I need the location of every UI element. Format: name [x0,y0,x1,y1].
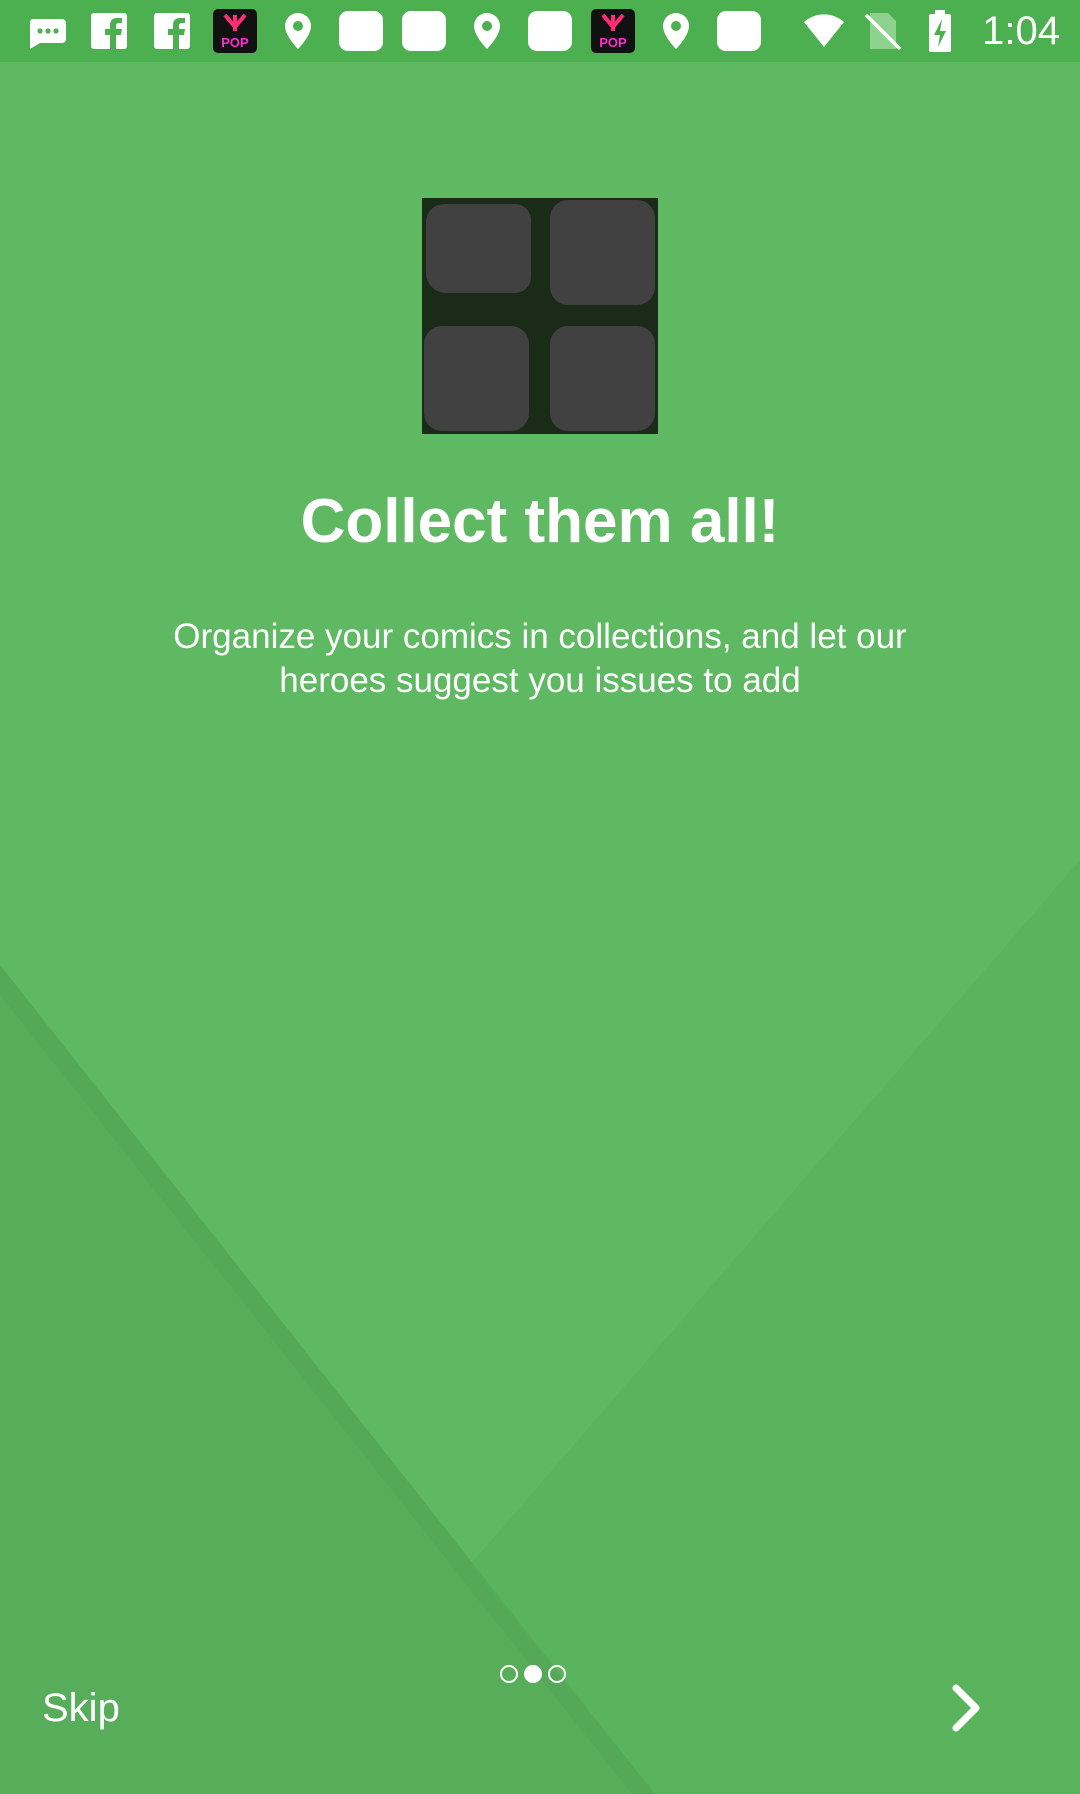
grid-tile [550,326,655,431]
location-pin-icon [276,9,320,53]
page-dot[interactable] [548,1665,566,1683]
page-dot-active[interactable] [524,1665,542,1683]
page-dot[interactable] [500,1665,518,1683]
kpop-app-icon: POP [213,9,257,53]
skip-button[interactable]: Skip [42,1686,120,1731]
messages-icon [24,9,68,53]
system-icons: 1:04 [802,9,1060,53]
grid-tile [424,326,529,431]
facebook-icon [150,9,194,53]
svg-text:POP: POP [221,35,249,50]
grid-tile [550,200,655,305]
location-pin-icon [465,9,509,53]
collections-grid-image [422,198,658,434]
location-pin-icon [654,9,698,53]
page-title: Collect them all! [300,487,780,556]
chevron-right-icon [952,1684,980,1732]
svg-text:POP: POP [599,35,627,50]
page-indicator [500,1665,566,1689]
kpop-app-icon: POP [591,9,635,53]
blank-app-icon [339,9,383,53]
notification-icons: POP POP [24,9,761,53]
grid-tile [426,204,531,293]
battery-charging-icon [918,9,962,53]
status-time: 1:04 [982,8,1060,53]
wifi-icon [802,9,846,53]
next-button[interactable] [938,1680,994,1736]
blank-app-icon [402,9,446,53]
blank-app-icon [528,9,572,53]
status-bar: POP POP 1:04 [0,0,1080,62]
no-sim-icon [860,9,904,53]
page-description: Organize your comics in collections, and… [173,617,907,700]
blank-app-icon [717,9,761,53]
facebook-icon [87,9,131,53]
